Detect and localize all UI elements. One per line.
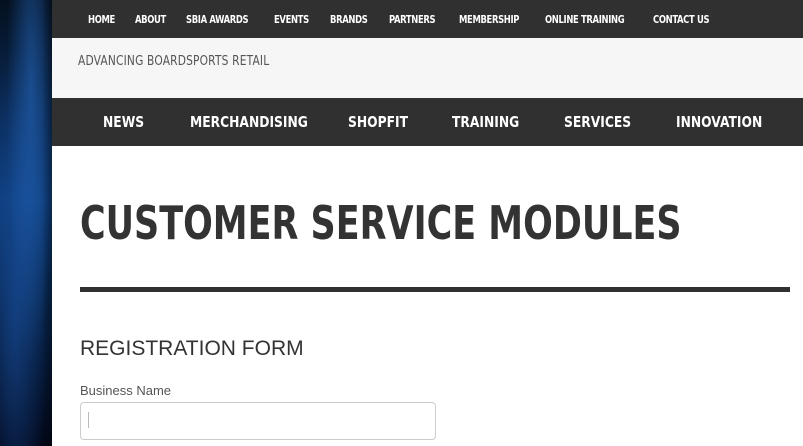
title-divider — [80, 287, 790, 292]
main-nav-merchandising[interactable]: MERCHANDISING — [190, 113, 308, 131]
top-nav-membership[interactable]: MEMBERSHIP — [459, 13, 519, 26]
top-nav-about[interactable]: ABOUT — [135, 13, 166, 26]
main-nav-news[interactable]: NEWS — [103, 113, 144, 131]
main-nav-training[interactable]: TRAINING — [452, 113, 519, 131]
header-tagline-band: ADVANCING BOARDSPORTS RETAIL — [52, 38, 803, 98]
main-navigation: NEWS MERCHANDISING SHOPFIT TRAINING SERV… — [52, 98, 803, 146]
business-name-label: Business Name — [80, 383, 172, 398]
top-nav-events[interactable]: EVENTS — [274, 13, 309, 26]
top-nav-sbia-awards[interactable]: SBIA AWARDS — [186, 13, 249, 26]
main-nav-innovation[interactable]: INNOVATION — [676, 113, 762, 131]
top-nav-partners[interactable]: PARTNERS — [389, 13, 436, 26]
site-tagline: ADVANCING BOARDSPORTS RETAIL — [78, 54, 270, 69]
top-navigation: HOME ABOUT SBIA AWARDS EVENTS BRANDS PAR… — [52, 0, 803, 38]
top-nav-brands[interactable]: BRANDS — [330, 13, 368, 26]
top-nav-home[interactable]: HOME — [88, 13, 115, 26]
text-cursor — [88, 412, 89, 428]
top-nav-online-training[interactable]: ONLINE TRAINING — [545, 13, 625, 26]
page-title: CUSTOMER SERVICE MODULES — [80, 196, 682, 250]
main-nav-services[interactable]: SERVICES — [564, 113, 631, 131]
business-name-input[interactable] — [80, 402, 436, 440]
top-nav-contact-us[interactable]: CONTACT US — [653, 13, 710, 26]
background-image — [0, 0, 52, 446]
website: HOME ABOUT SBIA AWARDS EVENTS BRANDS PAR… — [52, 0, 803, 446]
main-nav-shopfit[interactable]: SHOPFIT — [348, 113, 408, 131]
browser-viewport: HOME ABOUT SBIA AWARDS EVENTS BRANDS PAR… — [0, 0, 803, 446]
registration-form-heading: REGISTRATION FORM — [80, 337, 304, 360]
